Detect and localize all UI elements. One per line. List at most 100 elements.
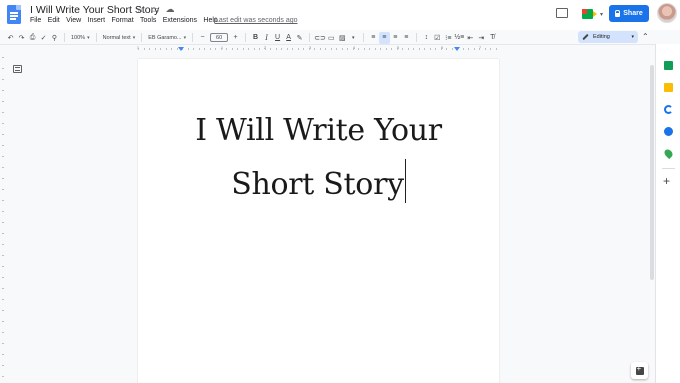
increase-font-size-icon[interactable]: + — [230, 32, 241, 44]
ruler-tick — [336, 48, 337, 50]
menu-view[interactable]: View — [66, 17, 84, 24]
ruler-tick — [363, 48, 365, 50]
link-icon[interactable]: ⊂⊃ — [314, 32, 326, 44]
vertical-ruler-tick — [2, 134, 4, 135]
scrollbar-thumb[interactable] — [650, 65, 654, 280]
italic-icon[interactable]: I — [261, 32, 272, 44]
tasks-icon[interactable] — [664, 105, 673, 114]
horizontal-ruler[interactable]: 1 1 2 3 4 5 6 7 — [137, 45, 500, 53]
side-panel-divider — [662, 168, 675, 169]
align-justify-icon[interactable]: ≡ — [401, 32, 412, 44]
vertical-ruler-tick — [2, 222, 4, 223]
ruler-tick — [473, 48, 475, 50]
menu-bar: File Edit View Insert Format Tools Exten… — [30, 17, 224, 24]
underline-icon[interactable]: U — [272, 32, 283, 44]
clear-formatting-icon[interactable]: T̸ — [487, 32, 498, 44]
font-size-input[interactable]: 60 — [210, 33, 229, 42]
comment-history-icon[interactable] — [556, 8, 568, 18]
vertical-ruler[interactable] — [0, 53, 6, 383]
star-icon[interactable]: ☆ — [135, 4, 145, 15]
chevron-down-icon: ▾ — [87, 34, 90, 41]
line-spacing-icon[interactable]: ↕ — [421, 32, 432, 44]
get-add-ons-plus-icon[interactable]: + — [663, 174, 670, 188]
font-select[interactable]: EB Garamo... ▾ — [146, 35, 188, 41]
ruler-tick — [220, 48, 222, 50]
move-folder-icon[interactable]: ▭ — [150, 4, 160, 15]
editing-mode-select[interactable]: Editing ▾ — [578, 31, 638, 43]
bulleted-list-icon[interactable]: ⁝≡ — [443, 32, 454, 44]
menu-edit[interactable]: Edit — [48, 17, 63, 24]
print-icon[interactable]: ⎙ — [27, 32, 38, 44]
right-indent-marker[interactable] — [454, 47, 460, 51]
ruler-tick — [198, 48, 200, 50]
vertical-ruler-tick — [2, 233, 4, 234]
chevron-down-icon[interactable]: ▾ — [600, 11, 603, 18]
bold-icon[interactable]: B — [250, 32, 261, 44]
ruler-tick — [385, 48, 387, 50]
highlight-icon[interactable]: ✎ — [294, 32, 305, 44]
insert-image-icon[interactable]: ▨ — [337, 32, 348, 44]
align-right-icon[interactable]: ≡ — [390, 32, 401, 44]
ruler-tick — [325, 48, 326, 50]
ruler-tick — [446, 48, 447, 50]
chevron-down-icon: ▾ — [132, 34, 136, 41]
decrease-indent-icon[interactable]: ⇤ — [465, 32, 476, 44]
docs-app: I Will Write Your Short Story ☆ ▭ ☁ File… — [0, 0, 680, 383]
vertical-ruler-tick — [2, 200, 4, 201]
style-select[interactable]: Normal text ▾ — [101, 35, 138, 41]
last-edit-link[interactable]: Last edit was seconds ago — [215, 17, 298, 24]
redo-icon[interactable]: ↷ — [16, 32, 27, 44]
maps-icon[interactable] — [662, 147, 675, 160]
undo-icon[interactable]: ↶ — [5, 32, 16, 44]
vertical-ruler-tick — [2, 244, 4, 245]
sheets-icon[interactable] — [664, 61, 673, 70]
spellcheck-icon[interactable]: ✓ — [38, 32, 49, 44]
ruler-tick — [171, 48, 172, 50]
menu-extensions[interactable]: Extensions — [163, 17, 201, 24]
ruler-tick — [286, 48, 288, 50]
left-indent-marker[interactable] — [178, 47, 184, 51]
vertical-ruler-tick — [2, 101, 4, 102]
docs-logo-icon[interactable] — [7, 5, 21, 24]
ruler-tick — [297, 48, 299, 50]
header-actions: ▾ Share — [540, 0, 680, 30]
share-button[interactable]: Share — [609, 5, 649, 22]
vertical-ruler-tick — [2, 376, 4, 377]
menu-format[interactable]: Format — [111, 17, 137, 24]
numbered-list-icon[interactable]: ½≡ — [454, 32, 465, 44]
zoom-select[interactable]: 100% ▾ — [69, 35, 92, 41]
editing-mode-label: Editing — [593, 34, 610, 40]
checklist-icon[interactable]: ☑ — [432, 32, 443, 44]
hide-menus-chevron-icon[interactable]: ⌃ — [642, 32, 649, 41]
menu-file[interactable]: File — [30, 17, 45, 24]
account-avatar[interactable] — [657, 3, 677, 23]
title-bar: I Will Write Your Short Story ☆ ▭ ☁ File… — [0, 0, 680, 30]
increase-indent-icon[interactable]: ⇥ — [476, 32, 487, 44]
explore-button[interactable] — [631, 362, 648, 379]
ruler-tick — [226, 48, 227, 50]
side-panel: + — [655, 44, 680, 383]
align-left-icon[interactable]: ≡ — [368, 32, 379, 44]
paint-format-icon[interactable]: ⚲ — [49, 32, 60, 44]
keep-icon[interactable] — [664, 83, 673, 92]
ruler-tick — [259, 48, 260, 50]
menu-tools[interactable]: Tools — [140, 17, 160, 24]
text-color-icon[interactable]: A — [283, 32, 294, 44]
contacts-icon[interactable] — [664, 127, 673, 136]
vertical-ruler-tick — [2, 255, 4, 256]
document-body[interactable]: I Will Write Your Short Story — [138, 104, 499, 212]
menu-insert[interactable]: Insert — [88, 17, 109, 24]
meet-icon[interactable] — [582, 8, 600, 20]
ruler-tick — [248, 48, 249, 50]
document-outline-icon[interactable] — [13, 65, 22, 73]
align-center-icon[interactable]: ≡ — [378, 31, 390, 44]
vertical-ruler-tick — [2, 123, 4, 124]
decrease-font-size-icon[interactable]: − — [197, 32, 208, 44]
document-page[interactable]: I Will Write Your Short Story — [138, 59, 499, 383]
vertical-ruler-tick — [2, 211, 4, 212]
chevron-down-icon[interactable]: ▾ — [348, 32, 359, 44]
ruler-tick — [253, 48, 255, 50]
add-comment-icon[interactable]: ▭ — [326, 32, 337, 44]
lock-icon — [615, 9, 621, 17]
cloud-saved-icon[interactable]: ☁ — [165, 4, 175, 15]
